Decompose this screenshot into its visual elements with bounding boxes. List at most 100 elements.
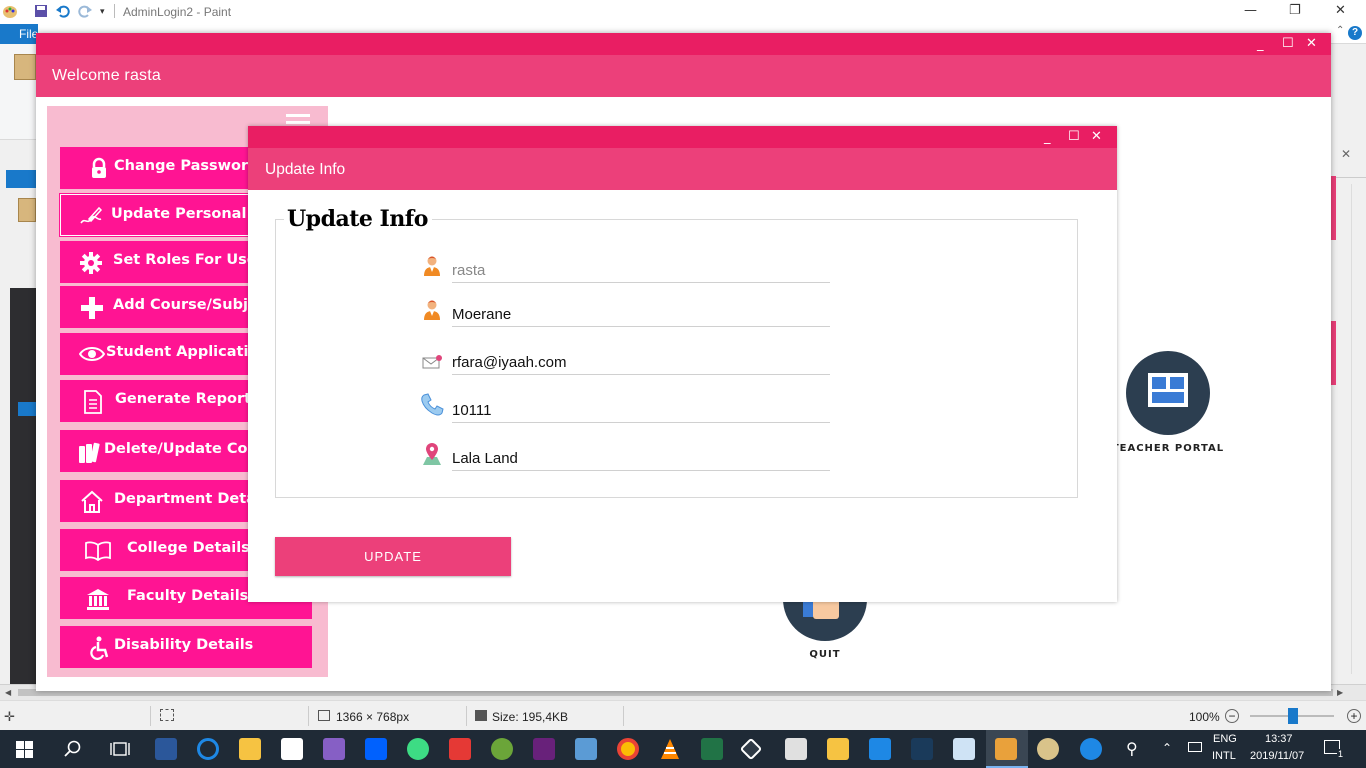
start-button[interactable]: [16, 741, 33, 761]
git-icon[interactable]: [739, 737, 763, 761]
file-size: Size: 195,4KB: [492, 710, 569, 724]
chart-tool-icon[interactable]: [953, 738, 975, 760]
task-view-icon[interactable]: [110, 740, 130, 761]
scroll-left-icon[interactable]: ◀: [5, 688, 11, 697]
dialog-maximize-button[interactable]: ☐: [1068, 130, 1080, 143]
dialog-title: Update Info: [265, 161, 346, 178]
background-ide-tab: [18, 402, 36, 416]
sidebar-item-label: College Details: [127, 540, 250, 556]
camera-icon[interactable]: [869, 738, 891, 760]
background-paste-icon: [18, 198, 36, 222]
sidebar-item-label: Faculty Details: [127, 588, 249, 604]
sort-app-icon[interactable]: [785, 738, 807, 760]
welcome-title-bar: _ ☐ ✕: [36, 33, 1331, 55]
selection-size-icon: [160, 709, 174, 721]
paint-app-icon: [2, 4, 17, 18]
edge-icon[interactable]: [197, 738, 219, 760]
vertical-scrollbar[interactable]: [1351, 184, 1352, 674]
email-field[interactable]: [452, 351, 830, 375]
redo-icon[interactable]: [78, 4, 92, 18]
zoom-in-button[interactable]: +: [1347, 709, 1361, 723]
welcome-close-button[interactable]: ✕: [1306, 37, 1317, 50]
update-info-groupbox: [275, 219, 1078, 498]
paint-restore-button[interactable]: ❐: [1289, 3, 1301, 18]
paint-minimize-button[interactable]: —: [1244, 3, 1257, 18]
tools-icon[interactable]: [827, 738, 849, 760]
zoom-out-button[interactable]: −: [1225, 709, 1239, 723]
save-icon[interactable]: [34, 4, 48, 18]
amazon-icon[interactable]: [281, 738, 303, 760]
paint-title-bar: ▾ AdminLogin2 - Paint — ❐ ✕: [0, 0, 1366, 24]
update-info-dialog: _ ☐ ✕ Update Info Update Info UP: [248, 126, 1117, 602]
phone-field[interactable]: [452, 399, 830, 423]
clock-date[interactable]: 2019/11/07: [1250, 750, 1304, 762]
status-separator: [623, 706, 624, 726]
sidebar-item-disability-details[interactable]: Disability Details: [60, 626, 312, 668]
git-tool-icon[interactable]: [449, 738, 471, 760]
background-ide-window: [10, 288, 36, 684]
visual-studio-icon[interactable]: [323, 738, 345, 760]
paint-3d-icon[interactable]: [1037, 738, 1059, 760]
open-book-icon: [85, 539, 111, 562]
title-separator: [114, 4, 115, 18]
user-icon: [421, 255, 443, 277]
search-icon[interactable]: [64, 740, 82, 761]
welcome-minimize-button[interactable]: _: [1257, 38, 1264, 51]
teacher-portal-tile[interactable]: TEACHER PORTAL: [1110, 351, 1226, 454]
vlc-icon[interactable]: [659, 738, 681, 760]
dialog-title-bar: _ ☐ ✕: [248, 126, 1117, 148]
customize-quick-access-icon[interactable]: ▾: [100, 6, 105, 17]
chart-app-icon[interactable]: [701, 738, 723, 760]
file-explorer-icon[interactable]: [239, 738, 261, 760]
show-hidden-icons[interactable]: ⌃: [1162, 741, 1172, 755]
image-dimensions: 1366 × 768px: [336, 710, 410, 724]
teacher-portal-icon: [1126, 351, 1210, 435]
paste-icon[interactable]: [14, 54, 36, 80]
android-studio-icon[interactable]: [407, 738, 429, 760]
dialog-close-button[interactable]: ✕: [1091, 130, 1102, 143]
store-icon[interactable]: [155, 738, 177, 760]
lock-icon: [88, 157, 110, 179]
update-button[interactable]: UPDATE: [275, 537, 511, 576]
battery-icon[interactable]: [1188, 742, 1202, 752]
teacher-portal-label: TEACHER PORTAL: [1111, 443, 1225, 454]
app-icon[interactable]: [491, 738, 513, 760]
paint-taskbar-icon[interactable]: [995, 738, 1017, 760]
chrome-icon[interactable]: [617, 738, 639, 760]
user-icon: [421, 299, 443, 321]
surname-field[interactable]: [452, 303, 830, 327]
help-taskbar-icon[interactable]: [1080, 738, 1102, 760]
paint-file-tab[interactable]: File: [0, 24, 38, 44]
plus-icon: [80, 296, 103, 319]
paint-close-button[interactable]: ✕: [1335, 3, 1346, 18]
dropbox-icon[interactable]: [365, 738, 387, 760]
zoom-slider-thumb[interactable]: [1288, 708, 1298, 724]
paint-window-title: AdminLogin2 - Paint: [123, 5, 232, 19]
books-icon: [77, 440, 100, 463]
background-pink-strip: [1331, 176, 1336, 240]
background-file-tab: [6, 170, 36, 188]
cursor-position-icon: ✛: [4, 709, 15, 724]
dialog-minimize-button[interactable]: _: [1044, 131, 1051, 144]
phone-icon: [419, 392, 445, 418]
undo-icon[interactable]: [56, 4, 70, 18]
right-strip-divider: [1331, 177, 1366, 178]
language-line-1[interactable]: ENG: [1213, 733, 1237, 745]
people-icon[interactable]: ⚲: [1126, 739, 1138, 758]
address-field[interactable]: [452, 447, 830, 471]
background-close-icon[interactable]: ✕: [1341, 147, 1351, 161]
clock-time[interactable]: 13:37: [1265, 733, 1293, 745]
paint-status-bar: ✛ 1366 × 768px Size: 195,4KB 100% − +: [0, 700, 1366, 730]
username-field[interactable]: [452, 259, 830, 283]
status-separator: [150, 706, 151, 726]
eye-icon: [78, 343, 106, 365]
scroll-right-icon[interactable]: ▶: [1337, 688, 1343, 697]
institution-icon: [86, 587, 109, 610]
3d-box-icon[interactable]: [575, 738, 597, 760]
language-line-2[interactable]: INTL: [1212, 750, 1236, 762]
welcome-maximize-button[interactable]: ☐: [1282, 37, 1294, 50]
sql-server-icon[interactable]: [911, 738, 933, 760]
visual-studio-2-icon[interactable]: [533, 738, 555, 760]
file-size-icon: [475, 710, 487, 721]
help-icon[interactable]: ?: [1348, 26, 1362, 40]
